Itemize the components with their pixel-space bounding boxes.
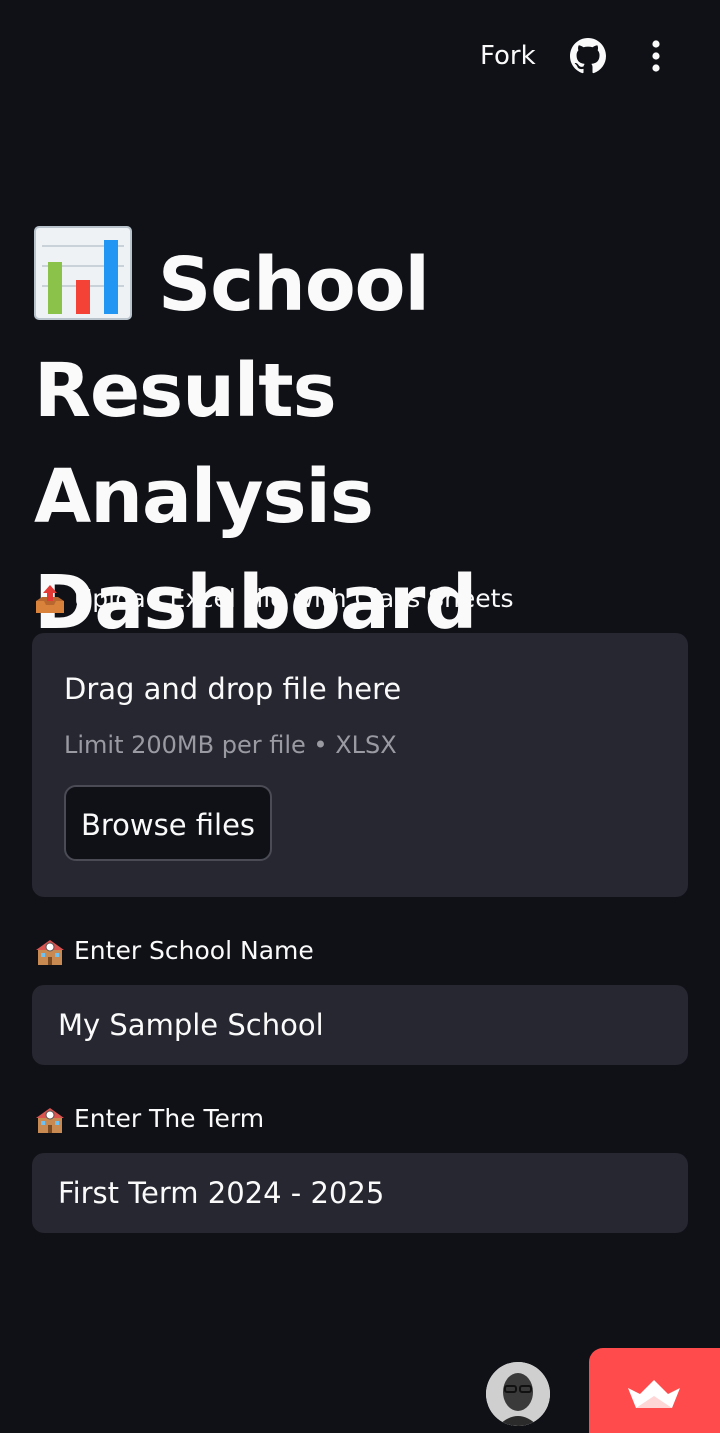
term-label-text: Enter The Term — [74, 1104, 265, 1133]
streamlit-badge[interactable] — [589, 1348, 720, 1433]
browse-files-button[interactable]: Browse files — [64, 785, 272, 861]
school-name-label: Enter School Name — [34, 934, 314, 968]
top-toolbar: Fork — [0, 0, 720, 110]
term-label: Enter The Term — [34, 1102, 264, 1136]
avatar-image — [486, 1362, 550, 1426]
dropzone-hint: Limit 200MB per file • XLSX — [64, 731, 397, 759]
school-building-icon — [36, 1108, 64, 1133]
school-name-input[interactable] — [32, 985, 688, 1065]
outbox-tray-icon — [36, 585, 64, 613]
fork-link[interactable]: Fork — [480, 36, 536, 76]
file-dropzone[interactable]: Drag and drop file here Limit 200MB per … — [32, 633, 688, 897]
app-page: Fork School Results Analysis Dashboard U… — [0, 0, 720, 1433]
school-name-label-text: Enter School Name — [74, 936, 314, 965]
streamlit-crown-icon — [628, 1380, 680, 1408]
github-icon[interactable] — [570, 38, 606, 74]
dropzone-title: Drag and drop file here — [64, 672, 402, 706]
bar-chart-icon — [34, 226, 132, 320]
kebab-menu-icon[interactable] — [640, 36, 672, 76]
upload-label-text: Upload Excel File with Class Sheets — [74, 584, 514, 613]
term-input[interactable] — [32, 1153, 688, 1233]
school-building-icon — [36, 940, 64, 965]
upload-label: Upload Excel File with Class Sheets — [34, 582, 514, 616]
user-avatar[interactable] — [486, 1362, 550, 1426]
